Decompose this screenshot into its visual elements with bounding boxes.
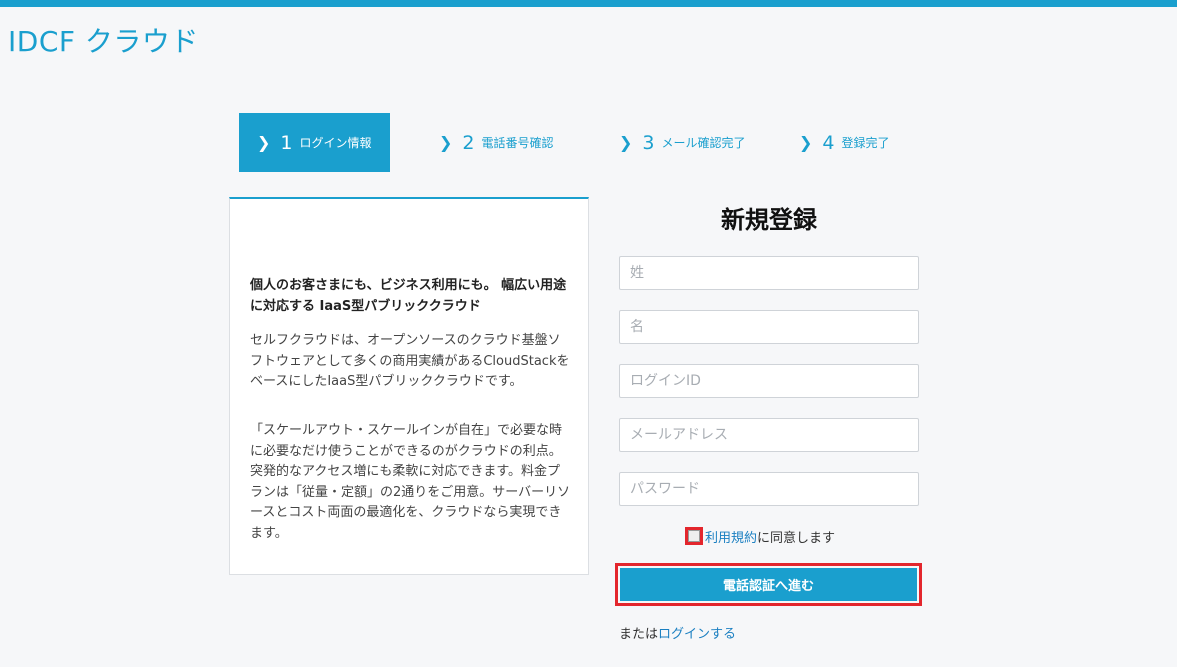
step-label: メール確認完了 xyxy=(661,136,746,150)
info-paragraph-2: 「スケールアウト・スケールインが自在」で必要な時に必要なだけ使うことができるのが… xyxy=(250,423,571,541)
step-label: 電話番号確認 xyxy=(481,136,554,150)
step-number: 1 xyxy=(280,131,293,154)
signup-steps: ❯ 1 ログイン情報 ❯ 2 電話番号確認 ❯ 3 メール確認完了 ❯ 4 登録… xyxy=(239,113,929,172)
submit-highlight: 電話認証へ進む xyxy=(615,563,922,606)
login-prompt-text: または xyxy=(619,627,659,642)
service-info-panel: 個人のお客さまにも、ビジネス利用にも。 幅広い用途に対応する IaaS型パブリッ… xyxy=(229,197,589,575)
proceed-phone-auth-button[interactable]: 電話認証へ進む xyxy=(620,568,917,601)
top-accent-bar xyxy=(0,0,1177,7)
login-id-field[interactable] xyxy=(619,364,919,398)
step-number: 4 xyxy=(822,131,835,154)
checkbox-box xyxy=(688,530,700,542)
step-label: ログイン情報 xyxy=(299,136,372,150)
password-field[interactable] xyxy=(619,472,919,506)
terms-text: に同意します xyxy=(757,530,836,546)
last-name-field[interactable] xyxy=(619,256,919,290)
terms-link[interactable]: 利用規約 xyxy=(705,527,757,546)
login-link[interactable]: ログインする xyxy=(658,627,736,642)
info-heading: 個人のお客さまにも、ビジネス利用にも。 幅広い用途に対応する IaaS型パブリッ… xyxy=(250,278,567,314)
logo[interactable]: IDCF クラウド xyxy=(8,20,199,60)
terms-checkbox[interactable] xyxy=(685,527,703,545)
login-prompt: またはログインする xyxy=(619,623,736,642)
chevron-right-icon: ❯ xyxy=(799,133,813,152)
terms-agreement: 利用規約 に同意します xyxy=(685,525,835,547)
step-3: ❯ 3 メール確認完了 xyxy=(619,113,746,172)
email-field[interactable] xyxy=(619,418,919,452)
step-label: 登録完了 xyxy=(841,136,890,150)
step-number: 2 xyxy=(462,131,475,154)
step-number: 3 xyxy=(642,131,655,154)
chevron-right-icon: ❯ xyxy=(619,133,633,152)
info-paragraph-1: セルフクラウドは、オープンソースのクラウド基盤ソフトウェアとして多くの商用実績が… xyxy=(250,333,570,389)
step-2: ❯ 2 電話番号確認 xyxy=(439,113,554,172)
page-title: 新規登録 xyxy=(721,206,817,234)
chevron-right-icon: ❯ xyxy=(439,133,453,152)
step-1: ❯ 1 ログイン情報 xyxy=(239,113,390,172)
chevron-right-icon: ❯ xyxy=(257,133,271,152)
step-4: ❯ 4 登録完了 xyxy=(799,113,890,172)
first-name-field[interactable] xyxy=(619,310,919,344)
